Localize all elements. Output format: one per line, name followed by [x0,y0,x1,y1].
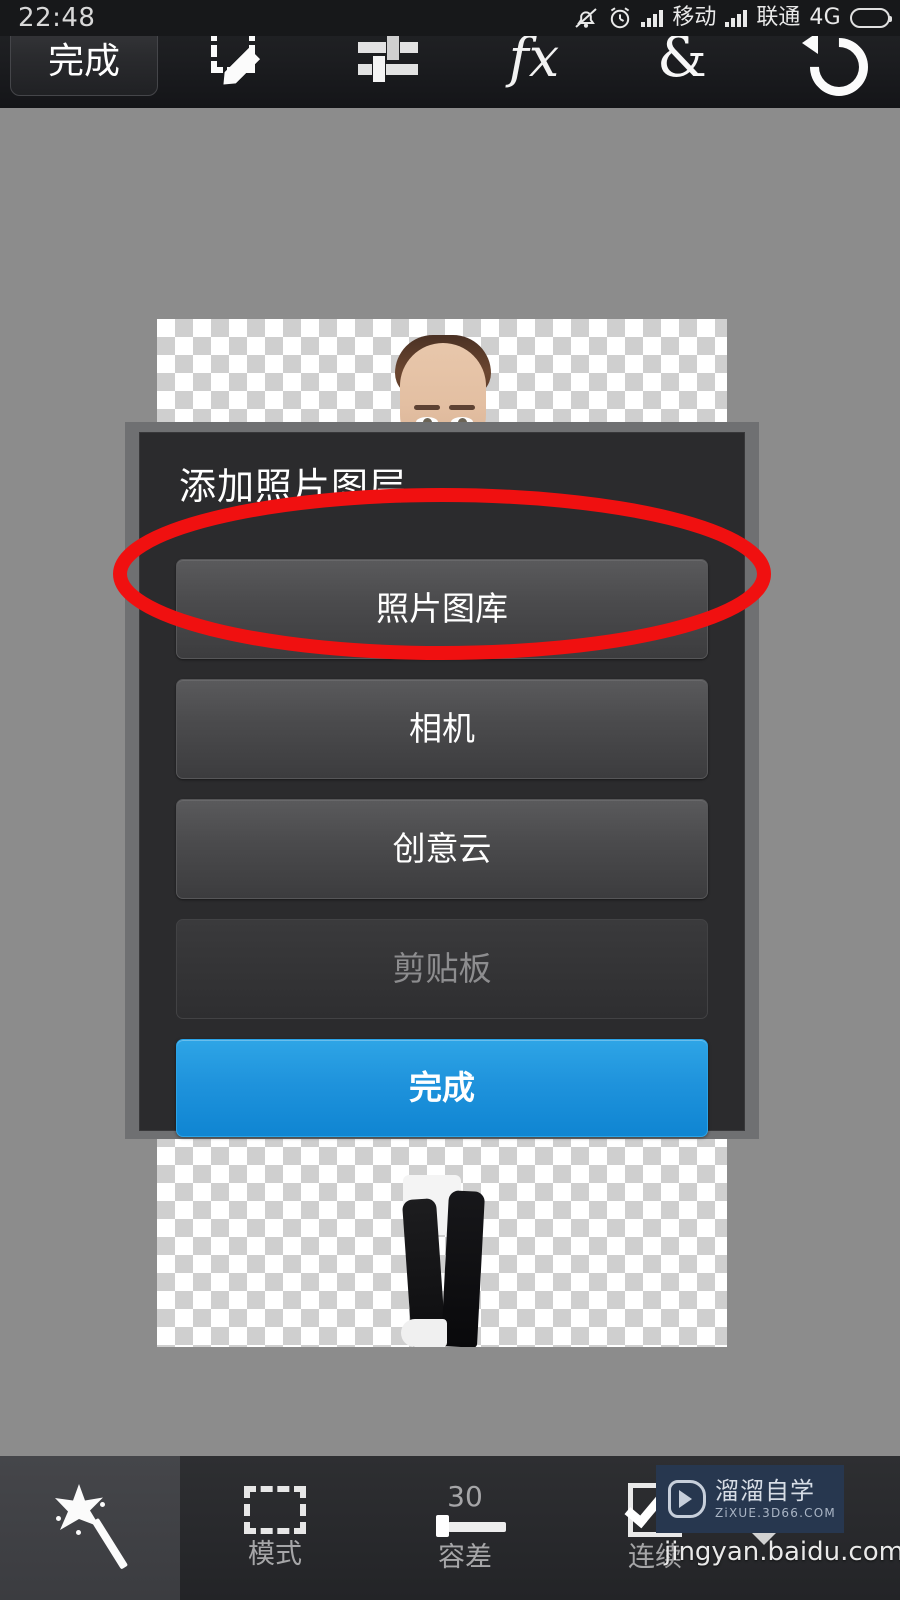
clipboard-button-label: 剪贴板 [392,949,492,988]
carrier-label-1: 移动 [672,5,717,30]
camera-button-label: 相机 [409,709,475,748]
status-indicators: 移动 联通 4G [573,0,892,36]
mode-option-label: 模式 [248,1539,302,1570]
tolerance-option[interactable]: 30 容差 [370,1456,560,1600]
photo-library-button-label: 照片图库 [376,589,508,628]
signal-bars-icon-1 [641,9,664,27]
effects-fx-icon: fx [508,26,560,89]
watermark-badge-en: ZiXUE.3D66.COM [715,1506,836,1520]
dialog-done-button[interactable]: 完成 [176,1039,708,1137]
tolerance-value: 30 [447,1480,483,1513]
dashed-marquee-icon [244,1486,306,1534]
magic-wand-tool-button[interactable] [0,1456,180,1600]
tolerance-option-label: 容差 [438,1542,492,1573]
selection-edit-icon [209,27,271,89]
photo-library-button[interactable]: 照片图库 [176,559,708,659]
adjustments-sliders-icon [356,33,420,83]
clipboard-button: 剪贴板 [176,919,708,1019]
camera-button[interactable]: 相机 [176,679,708,779]
signal-bars-icon-2 [725,9,748,27]
bell-muted-icon [575,8,597,28]
add-photo-layer-dialog: 添加照片图层 照片图库 相机 创意云 剪贴板 完成 [125,422,759,1139]
done-button-label: 完成 [47,41,120,82]
dialog-title: 添加照片图层 [179,465,407,508]
carrier-label-2: 联通 [756,5,801,30]
status-clock: 22:48 [18,3,96,33]
alarm-clock-icon [611,7,630,29]
magic-wand-icon [46,1480,134,1576]
watermark-badge-cn: 溜溜自学 [715,1477,815,1505]
slider-icon[interactable] [424,1515,506,1537]
status-bar: 22:48 移动 联通 4G [0,0,900,36]
network-type-label: 4G [809,5,841,30]
watermark-badge: 溜溜自学 ZiXUE.3D66.COM [656,1465,844,1533]
battery-icon [850,8,892,28]
blend-ampersand-icon: & [657,25,707,90]
watermark-baidu: jingyan.baidu.com [664,1537,900,1567]
dialog-body: 添加照片图层 照片图库 相机 创意云 剪贴板 完成 [139,432,745,1137]
photo-figure-leg-right [440,1190,486,1347]
app-screen: 完成 fx & 22:48 移动 联通 4G 添加照片图层 照片图库 相机 创意… [0,0,900,1600]
undo-icon [797,25,881,109]
mode-option[interactable]: 模式 [180,1456,370,1600]
photo-figure-brow-right [449,405,475,410]
photo-figure-shoe [401,1319,447,1347]
play-logo-icon [668,1480,706,1518]
dialog-done-button-label: 完成 [409,1068,475,1107]
creative-cloud-button[interactable]: 创意云 [176,799,708,899]
creative-cloud-button-label: 创意云 [392,829,492,868]
photo-figure-brow-left [414,405,440,410]
